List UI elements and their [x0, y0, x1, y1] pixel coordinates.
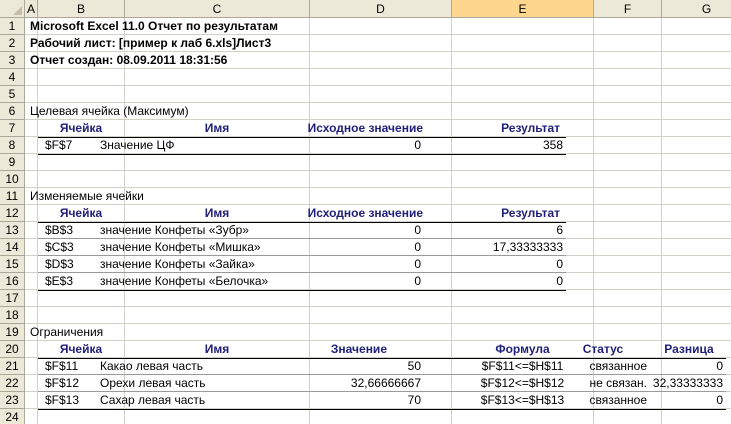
row-header[interactable]: 24 — [0, 409, 25, 424]
changing-header-result[interactable]: Результат — [452, 205, 560, 222]
changing-row-result[interactable]: 0 — [452, 273, 563, 290]
target-header-result[interactable]: Результат — [452, 120, 560, 137]
table-border — [38, 409, 726, 410]
column-header-f[interactable]: F — [594, 0, 662, 18]
changing-row-cell[interactable]: $E$3 — [45, 273, 73, 290]
column-header-c[interactable]: C — [125, 0, 310, 18]
changing-row-initial[interactable]: 0 — [310, 256, 421, 273]
row-header[interactable]: 5 — [0, 86, 25, 103]
cell-grid[interactable]: Microsoft Excel 11.0 Отчет по результата… — [25, 18, 731, 424]
target-row-cell[interactable]: $F$7 — [45, 137, 72, 154]
constraint-row-name[interactable]: Какао левая часть — [100, 358, 203, 375]
changing-header-cell[interactable]: Ячейка — [39, 205, 123, 222]
row-header[interactable]: 4 — [0, 69, 25, 86]
column-headers: A B C D E F G — [25, 0, 731, 18]
row-header[interactable]: 13 — [0, 222, 25, 239]
target-section-title[interactable]: Целевая ячейка (Максимум) — [30, 103, 189, 120]
row-header[interactable]: 11 — [0, 188, 25, 205]
changing-header-name[interactable]: Имя — [125, 205, 309, 222]
constraints-header-value[interactable]: Значение — [310, 341, 387, 358]
constraint-row-cell[interactable]: $F$11 — [45, 358, 78, 375]
target-header-cell[interactable]: Ячейка — [39, 120, 123, 137]
target-row-name[interactable]: Значение ЦФ — [100, 137, 175, 154]
target-row-result[interactable]: 358 — [452, 137, 563, 154]
row-header[interactable]: 10 — [0, 171, 25, 188]
row-header[interactable]: 21 — [0, 358, 25, 375]
row-header[interactable]: 9 — [0, 154, 25, 171]
changing-row-cell[interactable]: $B$3 — [45, 222, 73, 239]
row-header[interactable]: 1 — [0, 18, 25, 35]
changing-row-name[interactable]: значение Конфеты «Мишка» — [100, 239, 261, 256]
constraint-row-cell[interactable]: $F$13 — [45, 392, 79, 409]
changing-row-name[interactable]: значение Конфеты «Зайка» — [100, 256, 255, 273]
row-header[interactable]: 23 — [0, 392, 25, 409]
column-header-b[interactable]: B — [38, 0, 125, 18]
table-border — [38, 154, 566, 155]
constraint-row-value[interactable]: 70 — [310, 392, 421, 409]
changing-row-initial[interactable]: 0 — [310, 222, 421, 239]
report-created[interactable]: Отчет создан: 08.09.2011 18:31:56 — [30, 52, 227, 69]
column-header-g[interactable]: G — [662, 0, 731, 18]
select-all-corner[interactable] — [0, 0, 25, 18]
row-header[interactable]: 22 — [0, 375, 25, 392]
row-header[interactable]: 3 — [0, 52, 25, 69]
target-header-initial[interactable]: Исходное значение — [287, 120, 423, 137]
changing-row-result[interactable]: 0 — [452, 256, 563, 273]
constraint-row-slack[interactable]: 0 — [625, 392, 723, 409]
row-header[interactable]: 8 — [0, 137, 25, 154]
column-header-e[interactable]: E — [452, 0, 594, 18]
constraints-section-title[interactable]: Ограничения — [30, 324, 103, 341]
constraint-row-slack[interactable]: 0 — [625, 358, 723, 375]
constraints-header-name[interactable]: Имя — [125, 341, 309, 358]
constraint-row-value[interactable]: 32,66666667 — [310, 375, 421, 392]
constraint-row-value[interactable]: 50 — [310, 358, 421, 375]
row-header[interactable]: 2 — [0, 35, 25, 52]
report-worksheet[interactable]: Рабочий лист: [пример к лаб 6.xls]Лист3 — [30, 35, 271, 52]
row-header[interactable]: 14 — [0, 239, 25, 256]
row-header[interactable]: 12 — [0, 205, 25, 222]
row-headers: 1 2 3 4 5 6 7 8 9 10 11 12 13 14 15 16 1… — [0, 18, 25, 424]
row-header[interactable]: 18 — [0, 307, 25, 324]
gridline — [37, 18, 38, 424]
column-header-a[interactable]: A — [25, 0, 38, 18]
row-header[interactable]: 19 — [0, 324, 25, 341]
changing-row-cell[interactable]: $C$3 — [45, 239, 74, 256]
constraints-header-slack[interactable]: Разница — [645, 341, 731, 358]
constraint-row-slack[interactable]: 32,33333333 — [625, 375, 723, 392]
row-header[interactable]: 6 — [0, 103, 25, 120]
row-header[interactable]: 20 — [0, 341, 25, 358]
constraint-row-cell[interactable]: $F$12 — [45, 375, 79, 392]
changing-row-initial[interactable]: 0 — [310, 239, 421, 256]
spreadsheet[interactable]: A B C D E F G 1 2 3 4 5 6 7 8 9 10 11 12… — [0, 0, 731, 424]
row-header[interactable]: 7 — [0, 120, 25, 137]
changing-row-name[interactable]: значение Конфеты «Зубр» — [100, 222, 249, 239]
changing-section-title[interactable]: Изменяемые ячейки — [30, 188, 144, 205]
changing-row-result[interactable]: 17,33333333 — [452, 239, 563, 256]
changing-header-initial[interactable]: Исходное значение — [287, 205, 423, 222]
report-title[interactable]: Microsoft Excel 11.0 Отчет по результата… — [30, 18, 278, 35]
table-border — [38, 290, 566, 291]
target-header-name[interactable]: Имя — [125, 120, 309, 137]
changing-row-initial[interactable]: 0 — [310, 273, 421, 290]
constraints-header-status[interactable]: Статус — [569, 341, 637, 358]
row-header[interactable]: 15 — [0, 256, 25, 273]
changing-row-cell[interactable]: $D$3 — [45, 256, 74, 273]
changing-row-name[interactable]: значение Конфеты «Белочка» — [100, 273, 268, 290]
row-header[interactable]: 16 — [0, 273, 25, 290]
changing-row-result[interactable]: 6 — [452, 222, 563, 239]
column-header-d[interactable]: D — [310, 0, 452, 18]
target-row-initial[interactable]: 0 — [310, 137, 421, 154]
constraint-row-name[interactable]: Орехи левая часть — [100, 375, 206, 392]
constraint-row-name[interactable]: Сахар левая часть — [100, 392, 205, 409]
row-header[interactable]: 17 — [0, 290, 25, 307]
constraints-header-cell[interactable]: Ячейка — [39, 341, 123, 358]
